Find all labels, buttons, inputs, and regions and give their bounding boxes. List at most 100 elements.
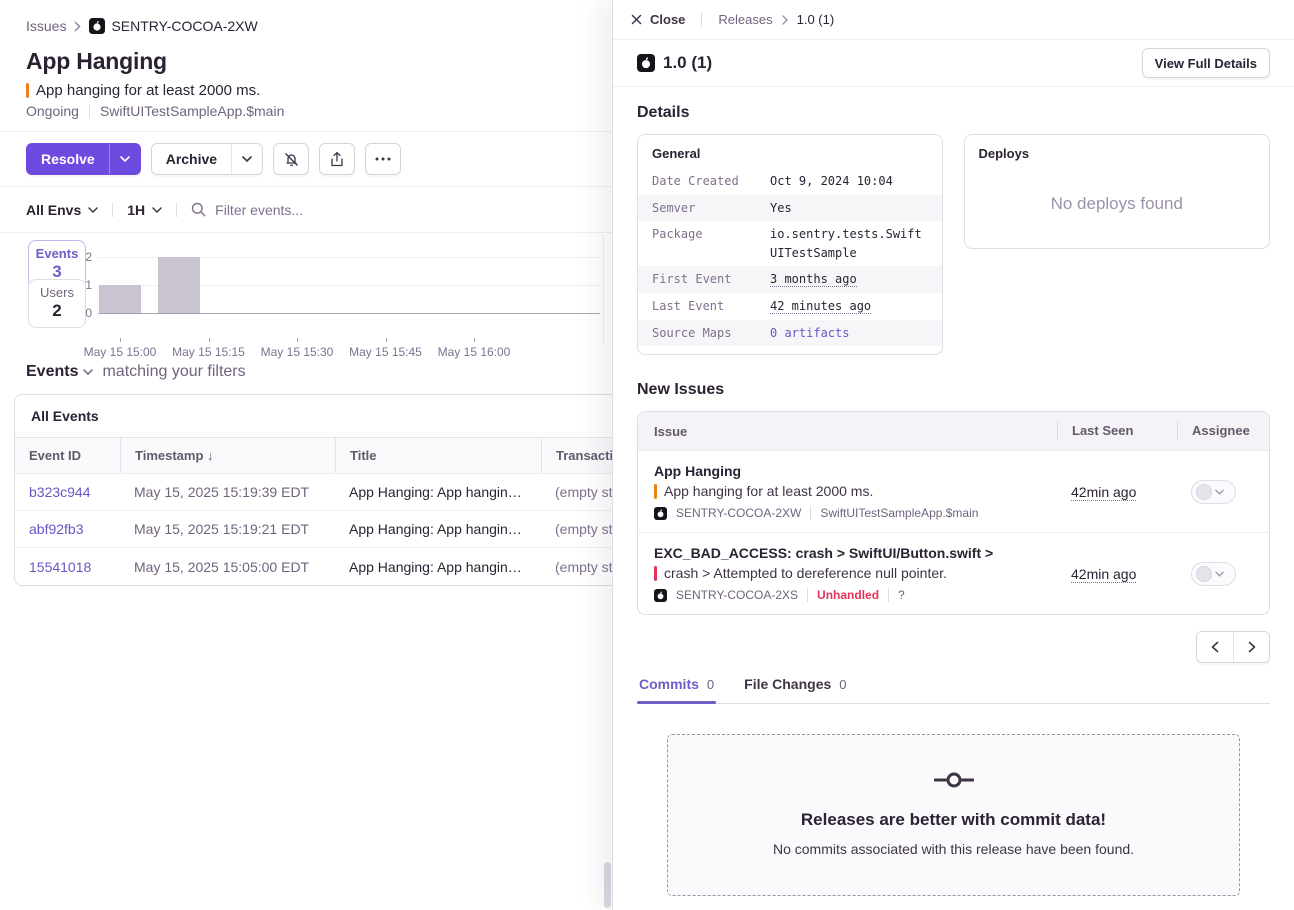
view-full-details-button[interactable]: View Full Details bbox=[1142, 48, 1270, 78]
issue-context: SwiftUITestSampleApp.$main bbox=[820, 506, 978, 520]
event-transaction: (empty string) bbox=[541, 521, 612, 537]
all-events-card-title: All Events bbox=[15, 395, 612, 438]
apple-platform-icon bbox=[654, 589, 667, 602]
issue-link[interactable]: App Hanging bbox=[654, 463, 1057, 479]
divider bbox=[888, 588, 889, 602]
breadcrumb-issues-link[interactable]: Issues bbox=[26, 18, 66, 34]
level-red-indicator bbox=[654, 566, 657, 581]
users-stat-card[interactable]: Users 2 bbox=[28, 279, 86, 328]
panel-breadcrumb: Releases 1.0 (1) bbox=[701, 12, 834, 27]
close-panel-button[interactable]: Close bbox=[631, 12, 685, 27]
x-axis-tickmark bbox=[474, 338, 475, 342]
x-axis-tick-label: May 15 15:45 bbox=[349, 345, 422, 359]
archive-dropdown-button[interactable] bbox=[231, 144, 262, 174]
commits-empty-state: Releases are better with commit data! No… bbox=[667, 734, 1240, 896]
chevron-down-icon bbox=[1215, 489, 1224, 495]
chart-bar bbox=[158, 257, 200, 313]
x-axis-tickmark bbox=[209, 338, 210, 342]
event-id-link[interactable]: b323c944 bbox=[15, 484, 120, 500]
apple-platform-icon bbox=[654, 507, 667, 520]
y-axis-tick-label: 2 bbox=[85, 250, 92, 264]
users-stat-value: 2 bbox=[29, 301, 85, 321]
x-axis-tick-label: May 15 15:30 bbox=[261, 345, 334, 359]
event-id-link[interactable]: abf92fb3 bbox=[15, 521, 120, 537]
new-issue-row: App Hanging App hanging for at least 200… bbox=[638, 450, 1269, 532]
x-axis-tickmark bbox=[386, 338, 387, 342]
release-tabs: Commits 0 File Changes 0 bbox=[637, 667, 1270, 704]
x-axis-tick-label: May 15 15:15 bbox=[172, 345, 245, 359]
apple-platform-icon bbox=[637, 54, 655, 72]
tab-commits[interactable]: Commits 0 bbox=[637, 667, 716, 703]
breadcrumb-releases-link[interactable]: Releases bbox=[718, 12, 772, 27]
previous-page-button[interactable] bbox=[1197, 632, 1233, 662]
x-axis-tick-label: May 15 16:00 bbox=[438, 345, 511, 359]
tab-commits-count: 0 bbox=[707, 677, 714, 692]
mute-button[interactable] bbox=[273, 143, 309, 175]
scrollbar-thumb[interactable] bbox=[604, 862, 611, 908]
filter-events-input[interactable] bbox=[215, 202, 586, 218]
general-card: General Date Created Oct 9, 2024 10:04 S… bbox=[637, 134, 943, 355]
general-card-title: General bbox=[638, 135, 942, 168]
chevron-down-icon bbox=[88, 207, 98, 213]
chevron-right-icon bbox=[782, 15, 788, 25]
divider bbox=[603, 235, 604, 346]
environment-filter[interactable]: All Envs bbox=[26, 202, 98, 218]
issue-details-panel: Issues SENTRY-COCOA-2XW App Hanging App … bbox=[0, 0, 612, 910]
time-range-filter[interactable]: 1H bbox=[127, 202, 162, 218]
release-detail-panel: Close Releases 1.0 (1) 1.0 (1) View Full… bbox=[612, 0, 1294, 910]
commit-icon bbox=[934, 771, 974, 789]
issue-last-seen: 42min ago bbox=[1071, 484, 1136, 501]
detail-row-date-created: Date Created Oct 9, 2024 10:04 bbox=[638, 168, 942, 195]
commits-empty-title: Releases are better with commit data! bbox=[668, 810, 1239, 830]
more-actions-button[interactable] bbox=[365, 143, 401, 175]
details-heading: Details bbox=[637, 104, 1270, 122]
next-page-button[interactable] bbox=[1233, 632, 1269, 662]
resolve-dropdown-button[interactable] bbox=[109, 144, 140, 174]
pagination bbox=[1196, 631, 1270, 663]
share-button[interactable] bbox=[319, 143, 355, 175]
deploys-card: Deploys No deploys found bbox=[964, 134, 1271, 249]
time-range-label: 1H bbox=[127, 202, 145, 218]
x-axis-tickmark bbox=[120, 338, 121, 342]
issue-link[interactable]: EXC_BAD_ACCESS: crash > SwiftUI/Button.s… bbox=[654, 545, 1057, 561]
ellipsis-icon bbox=[375, 157, 391, 161]
artifacts-link[interactable]: 0 artifacts bbox=[770, 326, 849, 340]
archive-button[interactable]: Archive bbox=[151, 143, 263, 175]
event-title: App Hanging: App hangin… bbox=[335, 484, 541, 500]
tab-file-changes[interactable]: File Changes 0 bbox=[742, 667, 848, 703]
column-timestamp-label: Timestamp bbox=[135, 448, 203, 463]
events-section-dropdown[interactable]: Events bbox=[26, 363, 93, 381]
chevron-down-icon bbox=[242, 156, 252, 162]
assignee-dropdown[interactable] bbox=[1191, 562, 1236, 586]
x-axis-tick-label: May 15 15:00 bbox=[84, 345, 157, 359]
divider bbox=[810, 506, 811, 520]
assignee-dropdown[interactable] bbox=[1191, 480, 1236, 504]
column-title[interactable]: Title bbox=[335, 438, 541, 473]
breadcrumb-current: 1.0 (1) bbox=[797, 12, 835, 27]
breadcrumb-project[interactable]: SENTRY-COCOA-2XW bbox=[111, 18, 257, 34]
chevron-right-icon bbox=[1248, 641, 1256, 653]
event-transaction: (empty string) bbox=[541, 484, 612, 500]
event-id-link[interactable]: 15541018 bbox=[15, 559, 120, 575]
level-orange-indicator bbox=[654, 484, 657, 499]
column-last-seen: Last Seen bbox=[1057, 421, 1177, 441]
events-section-title: Events bbox=[26, 363, 78, 381]
environment-filter-label: All Envs bbox=[26, 202, 81, 218]
resolve-button-label: Resolve bbox=[27, 151, 109, 167]
issue-context: SwiftUITestSampleApp.$main bbox=[100, 103, 284, 119]
event-row: 15541018 May 15, 2025 15:05:00 EDT App H… bbox=[15, 548, 612, 585]
new-issues-header: Issue Last Seen Assignee bbox=[638, 412, 1269, 450]
divider bbox=[807, 588, 808, 602]
event-transaction: (empty string) bbox=[541, 559, 612, 575]
resolve-button[interactable]: Resolve bbox=[26, 143, 141, 175]
new-issues-table: Issue Last Seen Assignee App Hanging App… bbox=[637, 411, 1270, 615]
event-timestamp: May 15, 2025 15:19:39 EDT bbox=[120, 484, 335, 500]
issue-message: crash > Attempted to dereference null po… bbox=[664, 565, 947, 581]
chevron-down-icon bbox=[1215, 571, 1224, 577]
divider bbox=[176, 203, 177, 217]
column-timestamp[interactable]: Timestamp ↓ bbox=[120, 438, 335, 473]
help-question-icon[interactable]: ? bbox=[898, 588, 905, 602]
column-event-id[interactable]: Event ID bbox=[15, 438, 120, 473]
apple-platform-icon bbox=[89, 18, 105, 34]
column-transaction[interactable]: Transaction bbox=[541, 438, 612, 473]
